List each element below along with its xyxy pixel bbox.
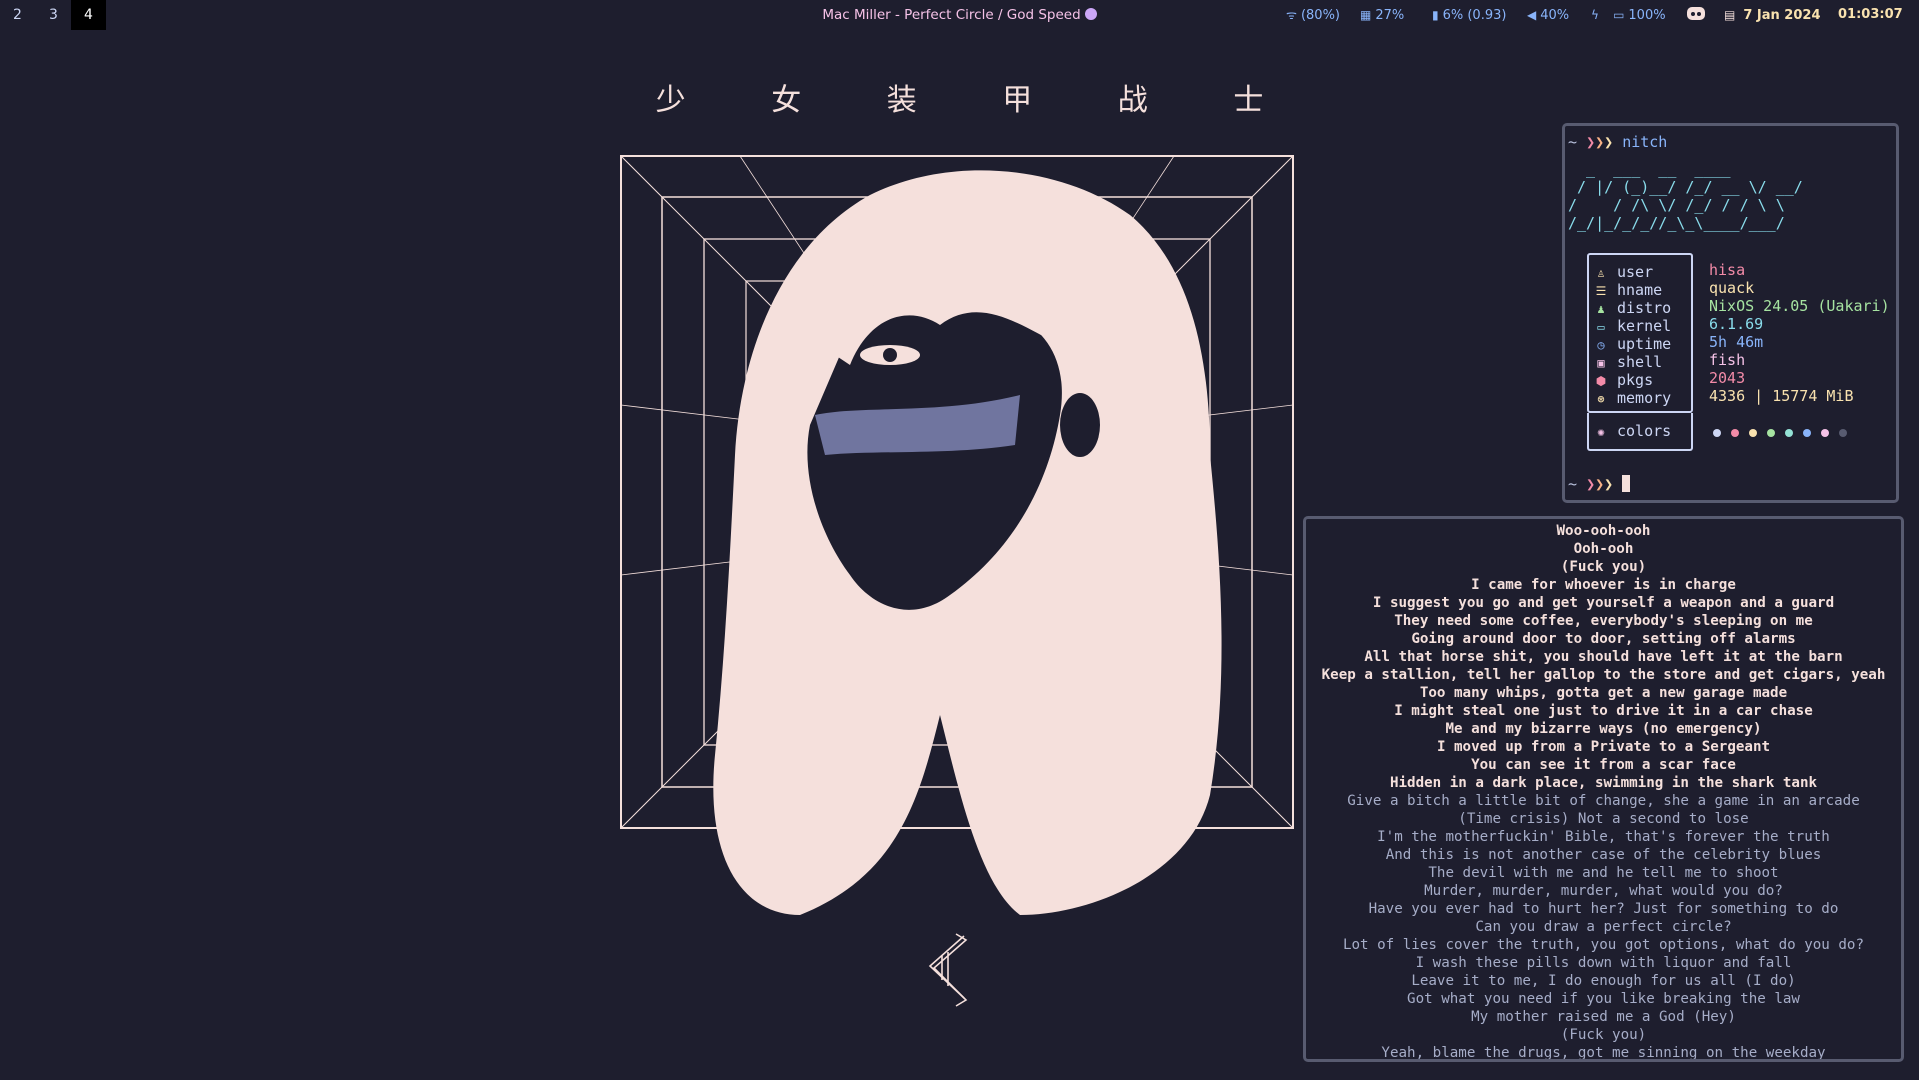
charging-icon: ϟ [1591, 8, 1599, 22]
date-module[interactable]: ▤ 7 Jan 2024 [1724, 0, 1821, 30]
info-distro: ♟ distro [1593, 299, 1671, 317]
value-uptime: 5h 46m [1709, 333, 1764, 351]
value-kernel: 6.1.69 [1709, 315, 1764, 333]
lyric-line-upcoming: Yeah, blame the drugs, got me sinning on… [1381, 1045, 1826, 1061]
lyric-line-upcoming: Give a bitch a little bit of change, she… [1347, 793, 1860, 809]
info-kernel: ▭ kernel [1593, 317, 1671, 335]
now-playing-text: Mac Miller - Perfect Circle / God Speed [822, 7, 1081, 23]
info-colors: ✺ colors [1593, 422, 1671, 440]
value-memory: 4336 | 15774 MiB [1709, 387, 1854, 405]
terminal-cursor [1622, 475, 1631, 492]
system-info-box: ♙ user ☰ hname ♟ distro ▭ kernel ◷ uptime ▣ sh… [1587, 253, 1693, 413]
lyric-line-sung: I moved up from a Private to a Sergeant [1436, 739, 1771, 755]
lyrics-list: Woo-ooh-ooh Ooh-ooh (Fuck you) I came for w… [1306, 519, 1901, 1061]
color-swatch-8 [1839, 429, 1847, 437]
lyrics-window[interactable]: Woo-ooh-ooh Ooh-ooh (Fuck you) I came for w… [1303, 516, 1904, 1062]
lyric-line-upcoming: My mother raised me a God (Hey) [1471, 1009, 1736, 1025]
lyric-line-sung: Me and my bizarre ways (no emergency) [1445, 721, 1762, 737]
lyric-line-sung: They need some coffee, everybody's sleep… [1394, 613, 1813, 629]
volume-icon: ◀ [1527, 8, 1537, 22]
lyric-line-upcoming: Lot of lies cover the truth, you got opt… [1342, 937, 1865, 953]
lyric-line-upcoming: Murder, murder, murder, what would you d… [1424, 883, 1783, 899]
value-user: hisa [1709, 261, 1746, 279]
lyric-line-sung: Hidden in a dark place, swimming in the … [1389, 775, 1818, 791]
palette-icon: ✺ [1597, 425, 1605, 439]
wallpaper-logo-mark [928, 933, 968, 1007]
lyric-line-sung: Keep a stallion, tell her gallop to the … [1321, 667, 1886, 683]
lyric-line-upcoming: (Time crisis) Not a second to lose [1458, 811, 1749, 827]
lyric-line-sung: All that horse shit, you should have lef… [1364, 649, 1843, 665]
color-swatch-5 [1785, 429, 1793, 437]
calendar-icon: ▤ [1724, 8, 1736, 22]
lyric-line-upcoming: Leave it to me, I do enough for us all (… [1411, 973, 1796, 989]
lyric-line-sung: (Fuck you) [1560, 559, 1647, 575]
cpu-module[interactable]: ▦ 27% [1360, 0, 1404, 30]
prompt-symbol: ~ ❯❯❯ [1568, 133, 1614, 151]
info-pkgs: ⬢ pkgs [1593, 371, 1653, 389]
color-swatch-6 [1803, 429, 1811, 437]
package-icon: ⬢ [1595, 374, 1607, 388]
lyric-line-upcoming: (Fuck you) [1560, 1027, 1647, 1043]
battery-module[interactable]: ϟ ▭ 100% [1591, 0, 1666, 30]
lyric-line-upcoming: And this is not another case of the cele… [1385, 847, 1822, 863]
color-swatch-7 [1821, 429, 1829, 437]
nixos-ascii-logo: _ ___ __ ____ / |/ (_)__/ /_/ __ \/ __/ … [1568, 160, 1803, 232]
wifi-module[interactable]: ᯤ (80%) [1286, 0, 1340, 30]
value-shell: fish [1709, 351, 1746, 369]
lyric-line-sung: I suggest you go and get yourself a weap… [1372, 595, 1835, 611]
uptime-icon: ◷ [1597, 338, 1605, 352]
memory-icon: ▮ [1432, 8, 1439, 22]
lyric-line-sung: I came for whoever is in charge [1471, 577, 1736, 593]
cpu-icon: ▦ [1360, 8, 1372, 22]
clock[interactable]: 01:03:07 [1838, 0, 1903, 30]
lyric-line-sung: You can see it from a scar face [1471, 757, 1736, 773]
lyric-line-upcoming: I'm the motherfuckin' Bible, that's fore… [1377, 829, 1830, 845]
color-swatch-1 [1713, 429, 1721, 437]
command-text: nitch [1622, 133, 1668, 151]
hostname-icon: ☰ [1595, 284, 1607, 298]
lyric-line-upcoming: I wash these pills down with liquor and … [1415, 955, 1792, 971]
lyric-line-sung: Going around door to door, setting off a… [1411, 631, 1796, 647]
wallpaper-title: 少 女 装 甲 战 士 [655, 83, 1302, 118]
lyric-line-upcoming: The devil with me and he tell me to shoo… [1428, 865, 1779, 881]
info-uptime: ◷ uptime [1593, 335, 1671, 353]
lyric-line-sung: Woo-ooh-ooh [1556, 523, 1651, 539]
spotify-icon [1084, 8, 1097, 20]
prompt-symbol: ~ ❯❯❯ [1568, 475, 1614, 493]
memory-module[interactable]: ▮ 6% (0.93) [1432, 0, 1506, 30]
wifi-icon: ᯤ [1286, 8, 1297, 22]
kernel-icon: ▭ [1597, 320, 1605, 334]
lyric-line-upcoming: Have you ever had to hurt her? Just for … [1368, 901, 1839, 917]
value-pkgs: 2043 [1709, 369, 1746, 387]
lyric-line-sung: Ooh-ooh [1573, 541, 1634, 557]
battery-icon: ▭ [1613, 8, 1625, 22]
discord-icon[interactable] [1686, 5, 1706, 25]
memory-chip-icon: ⊛ [1597, 392, 1605, 406]
color-swatch-2 [1731, 429, 1739, 437]
status-bar: 2 3 4 Mac Miller - Perfect Circle / God … [0, 0, 1919, 30]
lyric-line-upcoming: Got what you need if you like breaking t… [1407, 991, 1800, 1007]
prompt-line-2[interactable]: ~ ❯❯❯ [1568, 475, 1631, 493]
lyric-line-upcoming: Can you draw a perfect circle? [1475, 919, 1732, 935]
color-swatch-3 [1749, 429, 1757, 437]
wallpaper-illustration [620, 155, 1294, 915]
color-swatch-4 [1767, 429, 1775, 437]
volume-module[interactable]: ◀ 40% [1527, 0, 1569, 30]
value-hname: quack [1709, 279, 1755, 297]
info-memory: ⊛ memory [1593, 389, 1671, 407]
prompt-line-1: ~ ❯❯❯ nitch [1568, 133, 1667, 151]
colors-box: ✺ colors [1587, 413, 1693, 451]
lyric-line-sung: Too many whips, gotta get a new garage m… [1419, 685, 1788, 701]
shell-icon: ▣ [1597, 356, 1605, 370]
info-hname: ☰ hname [1593, 281, 1663, 299]
terminal-window[interactable]: ~ ❯❯❯ nitch _ ___ __ ____ / |/ (_)__/ /_… [1562, 123, 1899, 503]
distro-icon: ♟ [1597, 302, 1605, 316]
value-distro: NixOS 24.05 (Uakari) [1709, 297, 1890, 315]
lyric-line-sung: I might steal one just to drive it in a … [1394, 703, 1813, 719]
info-shell: ▣ shell [1593, 353, 1662, 371]
info-user: ♙ user [1593, 263, 1653, 281]
user-icon: ♙ [1597, 266, 1605, 280]
